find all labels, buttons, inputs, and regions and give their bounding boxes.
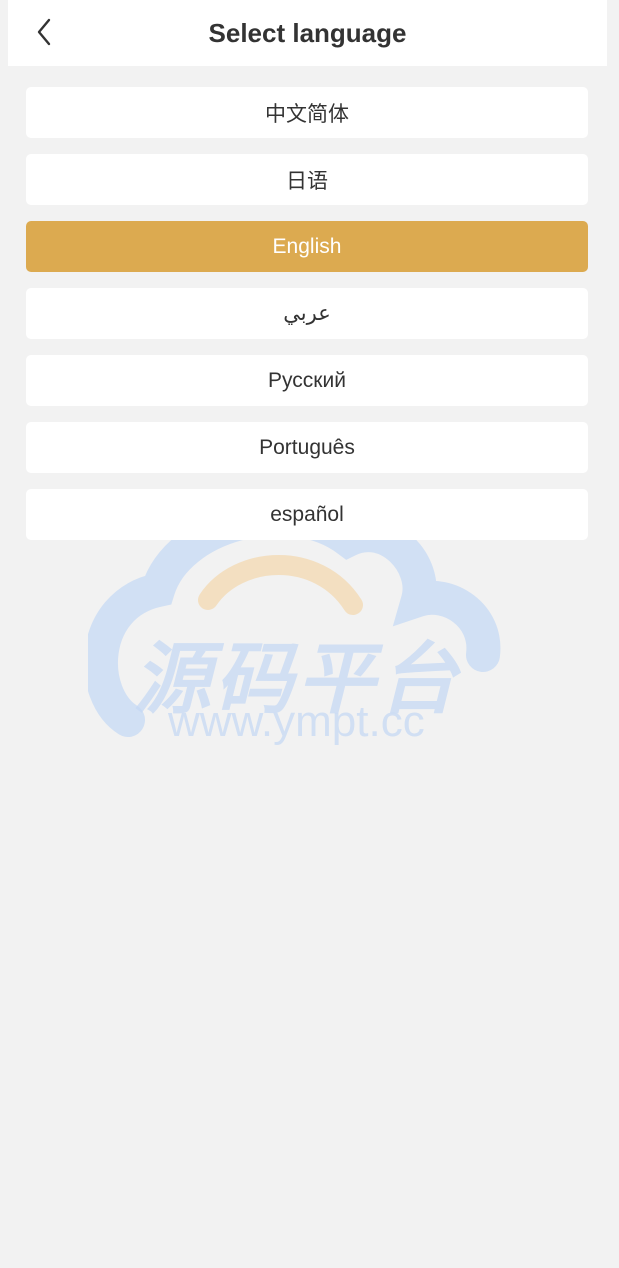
watermark-url: www.ympt.cc	[168, 697, 425, 746]
language-page: Select language 源码平台 www.ympt.cc 中文简体 日语…	[8, 0, 607, 1268]
language-option-ar[interactable]: عربي	[26, 288, 588, 339]
language-option-es[interactable]: español	[26, 489, 588, 540]
language-list: 中文简体 日语 English عربي Русский Português e…	[26, 87, 588, 556]
back-button[interactable]	[28, 12, 60, 52]
chevron-left-icon	[37, 18, 51, 46]
language-option-ru[interactable]: Русский	[26, 355, 588, 406]
language-option-zh-cn[interactable]: 中文简体	[26, 87, 588, 138]
page-title: Select language	[208, 18, 407, 48]
language-option-ja[interactable]: 日语	[26, 154, 588, 205]
language-option-en[interactable]: English	[26, 221, 588, 272]
header-bar: Select language	[8, 0, 607, 66]
language-option-pt[interactable]: Português	[26, 422, 588, 473]
watermark-brand: 源码平台	[133, 635, 462, 725]
